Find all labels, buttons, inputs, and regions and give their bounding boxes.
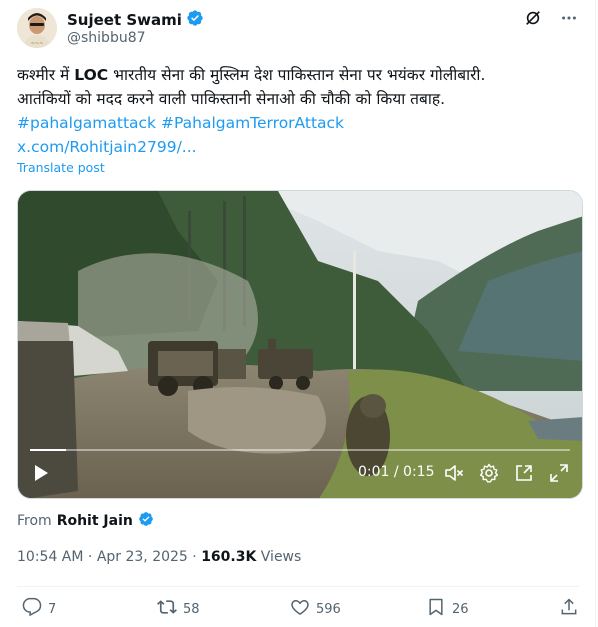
source-name-link[interactable]: Rohit Jain [57,513,133,529]
translate-post-link[interactable]: Translate post [17,160,105,175]
meta-separator: · [192,549,197,565]
verified-badge-icon [138,511,154,531]
video-player[interactable]: 0:01 / 0:15 [17,190,583,499]
repost-button[interactable]: 58 [157,597,200,621]
url-line: x.com/Rohitjain2799/... [17,135,582,159]
fullscreen-icon[interactable] [546,459,572,487]
repost-icon [157,597,177,621]
post-text: कश्मीर में LOC भारतीय सेना की मुस्लिम दे… [17,63,582,159]
like-button[interactable]: 596 [290,597,341,621]
more-options-icon[interactable] [559,8,579,28]
post-meta: 10:54 AM · Apr 23, 2025 · 160.3K Views [17,549,301,565]
hashtag-link[interactable]: #pahalgamattack [17,114,156,132]
grok-icon[interactable] [523,8,543,28]
meta-separator: · [87,549,93,565]
views-count: 160.3K [201,549,257,565]
bookmark-button[interactable]: 26 [426,597,469,621]
video-progress-fill [30,449,66,451]
reply-icon [22,597,42,621]
post-time[interactable]: 10:54 AM [17,549,83,565]
author-name-row[interactable]: Sujeet Swami [67,9,204,31]
svg-text:~~~: ~~~ [31,41,44,47]
post-top-actions [523,8,579,28]
video-source: From Rohit Jain [17,511,154,531]
post-actions: 7 58 596 26 [0,597,596,621]
repost-count: 58 [183,601,200,617]
post-text-line-2: आतंकियों को मदद करने वाली पाकिस्तानी सेन… [17,90,446,108]
like-count: 596 [316,601,341,617]
avatar[interactable]: ~~~ [17,8,57,48]
divider [17,586,579,587]
bookmark-count: 26 [452,601,469,617]
video-controls: 0:01 / 0:15 [18,459,582,487]
post-text-segment: कश्मीर में [17,66,75,84]
video-progress-bar[interactable] [30,449,570,451]
share-icon [559,597,579,621]
play-icon[interactable] [28,459,54,487]
bookmark-icon [426,597,446,621]
verified-badge-icon [186,9,204,31]
share-button[interactable] [559,597,579,621]
views-label: Views [260,549,302,565]
post-card: ~~~ Sujeet Swami @shibbu87 कश्मीर में LO… [0,0,596,627]
post-url-link[interactable]: x.com/Rohitjain2799/... [17,138,197,156]
post-text-line-1: कश्मीर में LOC भारतीय सेना की मुस्लिम दे… [17,63,582,87]
video-frame [18,191,582,498]
post-text-bold: LOC [74,66,109,84]
hashtag-link[interactable]: #PahalgamTerrorAttack [161,114,344,132]
heart-icon [290,597,310,621]
mute-icon[interactable] [441,459,467,487]
avatar-image: ~~~ [17,8,57,48]
pip-icon[interactable] [511,459,537,487]
post-date[interactable]: Apr 23, 2025 [97,549,188,565]
reply-button[interactable]: 7 [22,597,56,621]
reply-count: 7 [48,601,57,617]
video-time: 0:01 / 0:15 [358,464,435,480]
author-handle[interactable]: @shibbu87 [67,30,146,46]
author-name[interactable]: Sujeet Swami [67,11,182,29]
source-prefix: From [17,513,52,529]
hashtags-line: #pahalgamattack #PahalgamTerrorAttack [17,111,582,135]
post-text-segment: भारतीय सेना की मुस्लिम देश पाकिस्तान सेन… [108,66,486,84]
settings-icon[interactable] [476,459,502,487]
